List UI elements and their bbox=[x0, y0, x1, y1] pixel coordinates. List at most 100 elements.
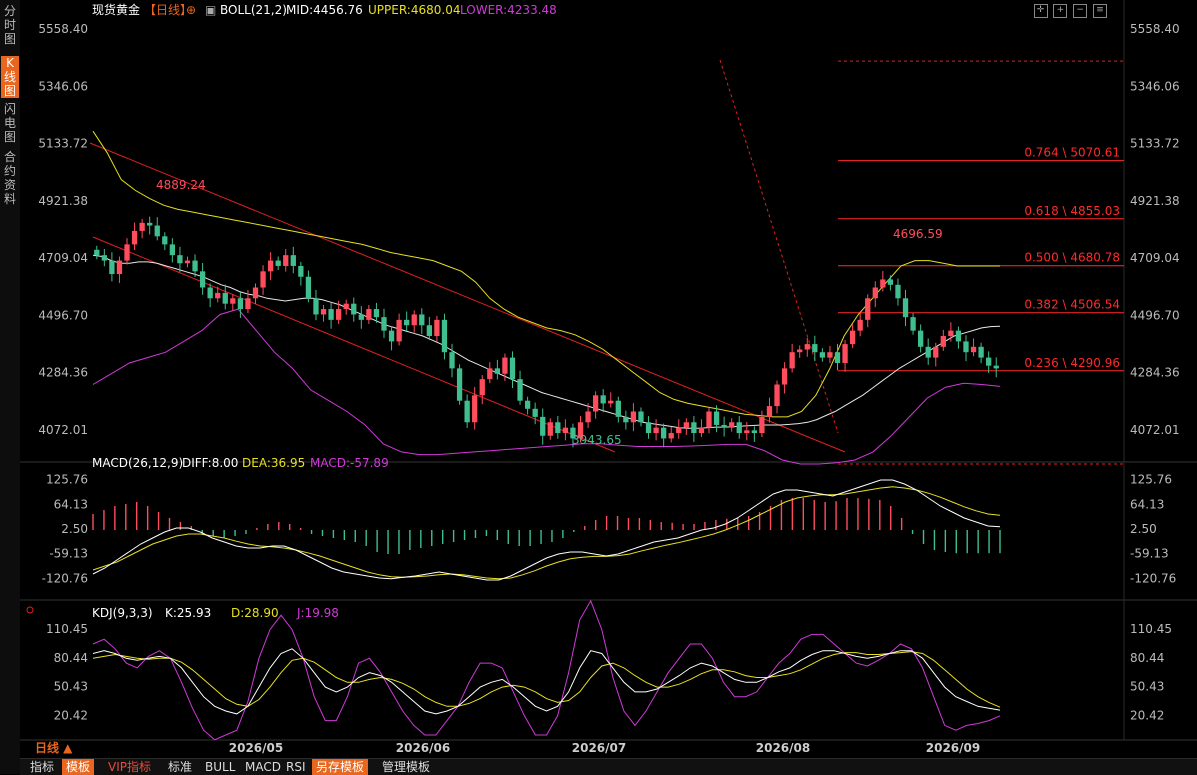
bottom-tab-0[interactable]: 指标 bbox=[26, 759, 58, 775]
indicator-settings-icon[interactable]: ▣ bbox=[205, 3, 216, 17]
kdj-y-tick-right: 80.44 bbox=[1130, 651, 1164, 665]
candle-body bbox=[766, 406, 773, 417]
candle-body bbox=[487, 368, 493, 380]
candle-body bbox=[585, 411, 591, 423]
candle-body bbox=[812, 344, 818, 353]
candle-body bbox=[683, 422, 689, 428]
bottom-toolbar: 指标 模板 VIP指标 标准 BULL MACD RSI 另存模板 管理模板 bbox=[20, 758, 1197, 775]
candle-body bbox=[283, 255, 289, 266]
candle-body bbox=[298, 265, 304, 277]
fullscreen-icon[interactable]: ✛ bbox=[1033, 4, 1048, 18]
candle-body bbox=[404, 319, 410, 326]
candle-body bbox=[139, 222, 145, 231]
candle-body bbox=[351, 303, 357, 315]
settings-icon[interactable]: ≡ bbox=[1093, 4, 1107, 18]
candle-body bbox=[819, 352, 826, 358]
macd-y-tick-right: -59.13 bbox=[1130, 547, 1169, 561]
fib-level-label: 0.382 \ 4506.54 bbox=[1024, 298, 1120, 312]
candle-body bbox=[388, 330, 395, 342]
candle-body bbox=[396, 319, 402, 342]
macd-y-tick-right: -120.76 bbox=[1130, 571, 1176, 585]
y-tick-left: 4284.36 bbox=[38, 366, 88, 380]
candle-body bbox=[184, 260, 191, 264]
candle-body bbox=[222, 292, 228, 304]
sidebar-tab-1[interactable]: K 线 图 bbox=[1, 56, 19, 98]
candle-body bbox=[925, 346, 931, 358]
chart-title: 现货黄金 bbox=[92, 3, 141, 17]
y-tick-left: 5346.06 bbox=[38, 79, 88, 93]
candle-body bbox=[290, 255, 296, 266]
bottom-tab-8[interactable]: 管理模板 bbox=[378, 759, 434, 775]
candle-body bbox=[215, 292, 221, 299]
candle-body bbox=[744, 430, 750, 434]
candle-body bbox=[381, 317, 387, 331]
candle-body bbox=[94, 249, 100, 256]
candle-body bbox=[698, 427, 705, 434]
candle-body bbox=[759, 416, 765, 434]
candle-body bbox=[562, 427, 569, 434]
zoom-in-icon[interactable]: + bbox=[1053, 4, 1068, 18]
sidebar-tab-2[interactable]: 闪 电 图 bbox=[1, 102, 19, 144]
add-indicator-icon[interactable]: ⊕ bbox=[186, 3, 196, 17]
fib-level-label: 0.618 \ 4855.03 bbox=[1024, 204, 1120, 218]
macd-y-tick-right: 125.76 bbox=[1130, 473, 1172, 487]
zoom-out-icon[interactable]: − bbox=[1073, 4, 1088, 18]
high-annotation: 4889.24 bbox=[156, 178, 206, 192]
sidebar-tab-3[interactable]: 合 约 资 料 bbox=[1, 150, 19, 206]
candle-body bbox=[993, 365, 999, 369]
candle-body bbox=[978, 346, 984, 358]
candle-body bbox=[109, 260, 115, 275]
candle-body bbox=[736, 422, 742, 434]
y-tick-right: 4709.04 bbox=[1130, 251, 1180, 265]
candle-body bbox=[902, 298, 909, 318]
candle-body bbox=[517, 379, 523, 401]
candle-body bbox=[645, 422, 652, 434]
macd-hist-value: MACD:-57.89 bbox=[310, 456, 389, 470]
candle-body bbox=[116, 260, 123, 275]
boll-label: BOLL(21,2) bbox=[220, 3, 287, 17]
candle-body bbox=[373, 309, 380, 318]
candle-body bbox=[910, 317, 916, 331]
candle-body bbox=[275, 260, 281, 266]
candle-body bbox=[963, 341, 969, 353]
candle-body bbox=[865, 298, 871, 320]
candle-body bbox=[199, 271, 206, 288]
kdj-k-value: K:25.93 bbox=[165, 606, 211, 620]
bottom-tab-7[interactable]: 另存模板 bbox=[312, 759, 369, 775]
candle-body bbox=[797, 349, 803, 353]
bottom-tab-6[interactable]: RSI bbox=[282, 759, 310, 775]
candle-body bbox=[895, 284, 901, 299]
candle-body bbox=[955, 330, 962, 342]
bottom-tab-3[interactable]: 标准 bbox=[164, 759, 196, 775]
period-label[interactable]: 【日线】 bbox=[144, 3, 192, 17]
bottom-tab-1[interactable]: 模板 bbox=[62, 759, 95, 775]
kdj-y-tick-right: 110.45 bbox=[1130, 622, 1172, 636]
candle-body bbox=[532, 408, 538, 417]
y-tick-right: 4921.38 bbox=[1130, 194, 1180, 208]
bottom-tab-5[interactable]: MACD bbox=[241, 759, 285, 775]
candle-body bbox=[336, 309, 342, 320]
candle-body bbox=[668, 433, 674, 439]
left-sidebar: 分 时 图 K 线 图闪 电 图合 约 资 料 bbox=[0, 0, 21, 774]
candle-body bbox=[169, 244, 176, 256]
low-annotation: 3943.65 bbox=[572, 433, 622, 447]
candle-body bbox=[260, 271, 266, 288]
kdj-d-value: D:28.90 bbox=[231, 606, 279, 620]
kdj-y-tick-left: 50.43 bbox=[54, 680, 88, 694]
sidebar-tab-0[interactable]: 分 时 图 bbox=[1, 4, 19, 46]
candle-body bbox=[358, 314, 364, 320]
candle-body bbox=[124, 244, 130, 261]
candle-body bbox=[713, 411, 720, 425]
candle-body bbox=[751, 430, 757, 434]
bottom-tab-2[interactable]: VIP指标 bbox=[104, 759, 155, 775]
candle-body bbox=[834, 352, 841, 363]
candle-body bbox=[653, 427, 659, 434]
macd-title: MACD(26,12,9) bbox=[92, 456, 183, 470]
candle-body bbox=[880, 279, 886, 288]
candle-body bbox=[313, 298, 319, 315]
candle-body bbox=[245, 298, 251, 310]
candle-body bbox=[472, 395, 478, 423]
candle-body bbox=[419, 314, 425, 326]
candle-body bbox=[600, 395, 606, 404]
bottom-tab-4[interactable]: BULL bbox=[201, 759, 239, 775]
